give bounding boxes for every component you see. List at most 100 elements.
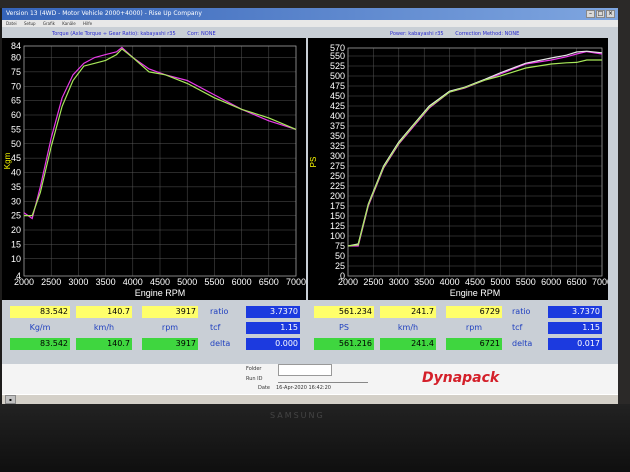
folder-label: Folder — [246, 366, 262, 372]
monitor-bezel-top — [0, 0, 630, 8]
screen: Version 13 (4WD - Motor Vehicle 2000+400… — [2, 8, 618, 404]
readout-speed: 241.7 — [380, 306, 436, 318]
value-ratio: 3.7370 — [548, 306, 602, 318]
x-tick-label: 4000 — [440, 277, 460, 287]
title-bar: Version 13 (4WD - Motor Vehicle 2000+400… — [2, 8, 618, 20]
x-tick-label: 5000 — [177, 277, 197, 287]
x-tick-label: 6500 — [259, 277, 279, 287]
taskbar: ▪ — [2, 394, 618, 404]
y-tick-label: 20 — [11, 225, 21, 235]
y-tick-label: 250 — [330, 171, 345, 181]
left-chart-corr: Corr: NONE — [187, 31, 216, 37]
readout-torque-2: 83.542 — [10, 338, 70, 350]
monitor-brand: SAMSUNG — [270, 411, 325, 420]
x-tick-label: 6500 — [567, 277, 587, 287]
y-tick-label: 300 — [330, 151, 345, 161]
y-tick-label: 525 — [330, 61, 345, 71]
value-delta: 0.017 — [548, 338, 602, 350]
y-tick-label: 500 — [330, 71, 345, 81]
readout-speed-2: 241.4 — [380, 338, 436, 350]
value-delta: 0.000 — [246, 338, 300, 350]
y-tick-label: 15 — [11, 239, 21, 249]
x-tick-label: 6000 — [232, 277, 252, 287]
close-button[interactable]: × — [606, 10, 615, 18]
unit-kgm: Kg/m — [29, 323, 51, 332]
y-tick-label: 35 — [11, 182, 21, 192]
menu-item[interactable]: Datei — [6, 21, 17, 26]
readout-power: 561.234 — [314, 306, 374, 318]
y-tick-label: 45 — [11, 153, 21, 163]
y-tick-label: 80 — [11, 53, 21, 63]
menu-item[interactable]: Kanäle — [62, 21, 76, 26]
x-axis-label: Engine RPM — [135, 288, 186, 298]
dynapack-logo: Dynapack — [422, 370, 500, 386]
readout-torque: 83.542 — [10, 306, 70, 318]
maximize-button[interactable]: □ — [596, 10, 605, 18]
unit-rpm: rpm — [161, 323, 179, 332]
y-tick-label: 10 — [11, 254, 21, 264]
readout-speed-2: 140.7 — [76, 338, 132, 350]
y-tick-label: 225 — [330, 181, 345, 191]
y-tick-label: 475 — [330, 81, 345, 91]
menu-item[interactable]: Hilfe — [83, 21, 92, 26]
left-chart-header: Torque (Axle Torque ÷ Gear Ratio): kabay… — [52, 31, 216, 37]
y-tick-label: 70 — [11, 81, 21, 91]
window-title: Version 13 (4WD - Motor Vehicle 2000+400… — [6, 10, 202, 17]
footer-panel: Folder Run ID Date 16-Apr-2020 16:42:20 … — [2, 364, 618, 394]
menu-item[interactable]: Setup — [24, 21, 36, 26]
right-chart-header: Power: kabayashi r35 Correction Method: … — [390, 31, 519, 37]
y-axis-label: Kgm — [3, 152, 12, 169]
x-tick-label: 3000 — [68, 277, 88, 287]
y-tick-label: 60 — [11, 110, 21, 120]
folder-field[interactable] — [278, 364, 332, 376]
start-button[interactable]: ▪ — [5, 395, 16, 404]
y-axis-label: PS — [309, 157, 318, 168]
x-tick-label: 4500 — [465, 277, 485, 287]
label-delta: delta — [210, 339, 231, 348]
y-tick-label: 50 — [11, 139, 21, 149]
y-tick-label: 75 — [11, 67, 21, 77]
x-axis-label: Engine RPM — [450, 288, 501, 298]
y-tick-label: 350 — [330, 131, 345, 141]
monitor-bezel-right — [618, 0, 630, 404]
y-tick-label: 450 — [330, 91, 345, 101]
readout-rpm-2: 3917 — [142, 338, 198, 350]
value-ratio: 3.7370 — [246, 306, 300, 318]
y-tick-label: 200 — [330, 191, 345, 201]
y-tick-label: 400 — [330, 111, 345, 121]
y-tick-label: 25 — [335, 261, 345, 271]
y-tick-label: 375 — [330, 121, 345, 131]
y-tick-label: 25 — [11, 211, 21, 221]
y-tick-label: 570 — [330, 43, 345, 53]
readout-power-2: 561.216 — [314, 338, 374, 350]
runid-line — [278, 382, 368, 383]
readout-rpm: 3917 — [142, 306, 198, 318]
x-tick-label: 3500 — [96, 277, 116, 287]
x-tick-label: 7000 — [286, 277, 306, 287]
x-tick-label: 5000 — [490, 277, 510, 287]
unit-kmh: km/h — [397, 323, 419, 332]
label-ratio: ratio — [512, 307, 531, 316]
readout-rpm: 6729 — [446, 306, 502, 318]
label-ratio: ratio — [210, 307, 229, 316]
readout-speed: 140.7 — [76, 306, 132, 318]
date-value: 16-Apr-2020 16:42:20 — [276, 385, 331, 391]
readout-rpm-2: 6721 — [446, 338, 502, 350]
x-tick-label: 6000 — [541, 277, 561, 287]
y-tick-label: 125 — [330, 221, 345, 231]
y-tick-label: 175 — [330, 201, 345, 211]
y-tick-label: 30 — [11, 196, 21, 206]
menu-item[interactable]: Grafik — [43, 21, 55, 26]
unit-kmh: km/h — [93, 323, 115, 332]
y-tick-label: 150 — [330, 211, 345, 221]
label-tcf: tcf — [210, 323, 221, 332]
unit-rpm: rpm — [465, 323, 483, 332]
power-chart: 2000 2500 3000 3500 4000 4500 5000 5500 6000 6500… — [308, 38, 608, 300]
left-chart-title: Torque (Axle Torque ÷ Gear Ratio): kabay… — [52, 31, 176, 37]
y-tick-label: 4 — [16, 271, 21, 281]
minimize-button[interactable]: – — [586, 10, 595, 18]
label-delta: delta — [512, 339, 533, 348]
x-tick-label: 3500 — [414, 277, 434, 287]
y-tick-label: 65 — [11, 96, 21, 106]
unit-ps: PS — [339, 323, 349, 332]
